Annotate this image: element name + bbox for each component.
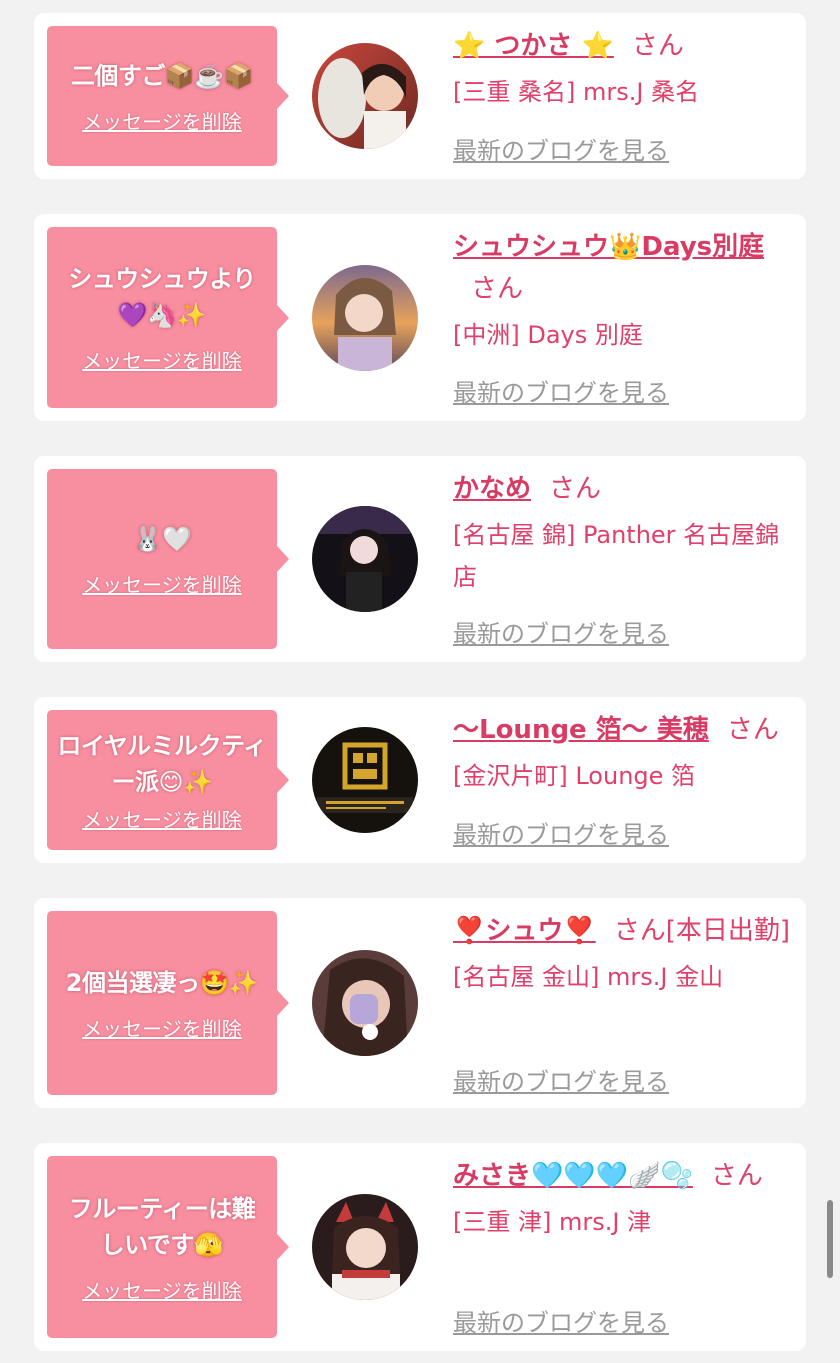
- lounge-logo-icon: [312, 727, 418, 833]
- delete-message-link[interactable]: メッセージを削除: [82, 1013, 242, 1042]
- message-bubble: 二個すご📦☕️📦 メッセージを削除: [47, 26, 289, 166]
- avatar[interactable]: [312, 950, 418, 1056]
- cast-info: みさき🩵🩵🩵🪽🫧 さん [三重 津] mrs.J 津: [453, 1155, 793, 1243]
- latest-blog-link[interactable]: 最新のブログを見る: [453, 1303, 669, 1338]
- delete-message-link[interactable]: メッセージを削除: [82, 804, 242, 833]
- cast-name-link[interactable]: みさき🩵🩵🩵🪽🫧: [453, 1161, 693, 1191]
- scrollbar[interactable]: [827, 1200, 833, 1278]
- delete-message-link[interactable]: メッセージを削除: [82, 106, 242, 135]
- message-text: 🐰🤍: [132, 524, 192, 553]
- message-card: ロイヤルミルクティー派😊✨ メッセージを削除 〜Lounge 箔〜 美穂 さん […: [34, 697, 806, 863]
- message-bubble: 2個当選凄っ🤩✨ メッセージを削除: [47, 911, 289, 1095]
- message-bubble: フルーティーは難しいです🫣 メッセージを削除: [47, 1156, 289, 1338]
- latest-blog-link[interactable]: 最新のブログを見る: [453, 1062, 669, 1097]
- cast-info: かなめ さん [名古屋 錦] Panther 名古屋錦店: [453, 468, 793, 598]
- message-text: 2個当選凄っ🤩✨: [65, 968, 259, 997]
- shop-label: [名古屋 錦] Panther 名古屋錦店: [453, 521, 780, 591]
- delete-message-link[interactable]: メッセージを削除: [82, 1275, 242, 1304]
- delete-message-link[interactable]: メッセージを削除: [82, 345, 242, 374]
- honorific: さん: [710, 1161, 763, 1191]
- message-card: 二個すご📦☕️📦 メッセージを削除 ⭐️ つかさ ⭐️ さん [三重 桑名] mr…: [34, 13, 806, 179]
- cast-name-link[interactable]: 〜Lounge 箔〜 美穂: [453, 715, 709, 745]
- message-card: 2個当選凄っ🤩✨ メッセージを削除 ❣️シュウ❣️ さん[本日出勤] [名古屋 金…: [34, 898, 806, 1108]
- honorific: さん: [726, 715, 779, 745]
- latest-blog-link[interactable]: 最新のブログを見る: [453, 373, 669, 408]
- cast-name-link[interactable]: かなめ: [453, 474, 531, 504]
- avatar[interactable]: [312, 506, 418, 612]
- cast-info: ⭐️ つかさ ⭐️ さん [三重 桑名] mrs.J 桑名: [453, 25, 793, 113]
- avatar[interactable]: [312, 727, 418, 833]
- shop-label: [金沢片町] Lounge 箔: [453, 762, 696, 790]
- honorific: さん: [549, 474, 602, 504]
- honorific: さん: [471, 274, 524, 304]
- message-text: フルーティーは難しいです🫣: [68, 1194, 256, 1259]
- name-line: ❣️シュウ❣️ さん[本日出勤]: [453, 910, 793, 952]
- cast-info: シュウシュウ👑Days別庭さん [中洲] Days 別庭: [453, 226, 793, 356]
- message-card: フルーティーは難しいです🫣 メッセージを削除 みさき🩵🩵🩵🪽🫧 さん [三重 津]…: [34, 1143, 806, 1351]
- message-card: シュウシュウより💜🦄✨ メッセージを削除 シュウシュウ👑Days別庭さん [中洲…: [34, 214, 806, 421]
- name-line: ⭐️ つかさ ⭐️ さん: [453, 25, 793, 67]
- message-bubble: ロイヤルミルクティー派😊✨ メッセージを削除: [47, 710, 289, 850]
- message-list: 二個すご📦☕️📦 メッセージを削除 ⭐️ つかさ ⭐️ さん [三重 桑名] mr…: [0, 0, 840, 1363]
- avatar[interactable]: [312, 43, 418, 149]
- honorific: さん[本日出勤]: [613, 916, 791, 946]
- message-bubble: シュウシュウより💜🦄✨ メッセージを削除: [47, 227, 289, 408]
- delete-message-link[interactable]: メッセージを削除: [82, 569, 242, 598]
- message-bubble: 🐰🤍 メッセージを削除: [47, 469, 289, 649]
- cast-info: ❣️シュウ❣️ さん[本日出勤] [名古屋 金山] mrs.J 金山: [453, 910, 793, 998]
- name-line: 〜Lounge 箔〜 美穂 さん: [453, 709, 793, 751]
- cast-info: 〜Lounge 箔〜 美穂 さん [金沢片町] Lounge 箔: [453, 709, 793, 797]
- message-text: ロイヤルミルクティー派😊✨: [57, 731, 267, 796]
- name-line: シュウシュウ👑Days別庭さん: [453, 226, 793, 310]
- name-line: みさき🩵🩵🩵🪽🫧 さん: [453, 1155, 793, 1197]
- honorific: さん: [631, 31, 684, 61]
- latest-blog-link[interactable]: 最新のブログを見る: [453, 131, 669, 166]
- shop-label: [三重 津] mrs.J 津: [453, 1208, 652, 1236]
- latest-blog-link[interactable]: 最新のブログを見る: [453, 815, 669, 850]
- shop-label: [名古屋 金山] mrs.J 金山: [453, 963, 724, 991]
- cast-name-link[interactable]: シュウシュウ👑Days別庭: [453, 232, 764, 262]
- cast-name-link[interactable]: ⭐️ つかさ ⭐️: [453, 31, 614, 61]
- cast-name-link[interactable]: ❣️シュウ❣️: [453, 916, 596, 946]
- message-card: 🐰🤍 メッセージを削除 かなめ さん [名古屋 錦] Panther 名古屋錦店 …: [34, 456, 806, 662]
- message-text: 二個すご📦☕️📦: [70, 61, 254, 90]
- name-line: かなめ さん: [453, 468, 793, 510]
- message-text: シュウシュウより💜🦄✨: [68, 265, 256, 329]
- avatar[interactable]: [312, 1194, 418, 1300]
- avatar[interactable]: [312, 265, 418, 371]
- shop-label: [中洲] Days 別庭: [453, 321, 643, 349]
- shop-label: [三重 桑名] mrs.J 桑名: [453, 78, 700, 106]
- latest-blog-link[interactable]: 最新のブログを見る: [453, 614, 669, 649]
